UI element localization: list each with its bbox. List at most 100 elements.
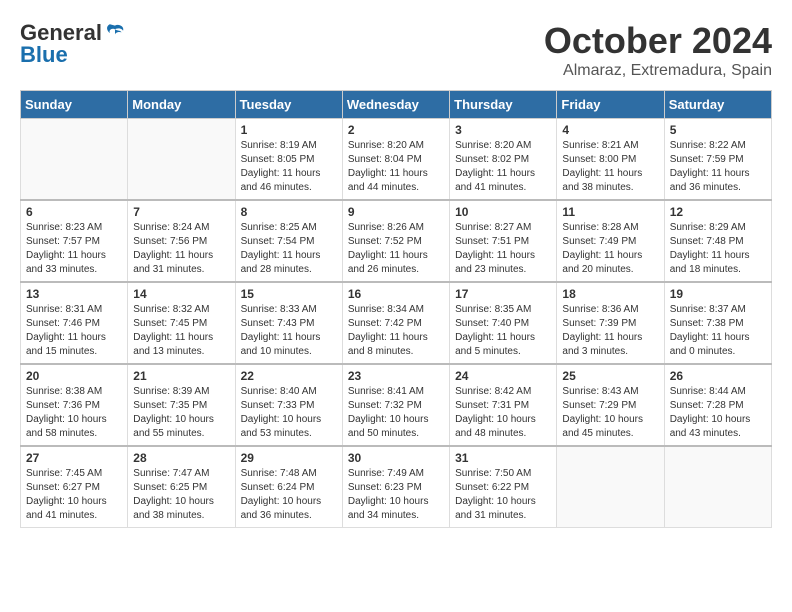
column-header-friday: Friday [557, 91, 664, 119]
calendar-cell: 6Sunrise: 8:23 AM Sunset: 7:57 PM Daylig… [21, 200, 128, 282]
column-header-monday: Monday [128, 91, 235, 119]
day-info: Sunrise: 8:35 AM Sunset: 7:40 PM Dayligh… [455, 303, 551, 359]
column-header-thursday: Thursday [450, 91, 557, 119]
calendar-cell: 23 Sunrise: 8:41 AM Sunset: 7:32 PM Dayli… [342, 364, 449, 446]
day-number: 4 [562, 123, 658, 137]
day-info: Sunrise: 8:27 AM Sunset: 7:51 PM Dayligh… [455, 221, 551, 277]
calendar-cell: 28 Sunrise: 7:47 AM Sunset: 6:25 PM Dayli… [128, 446, 235, 528]
day-info: Sunrise: 7:45 AM Sunset: 6:27 PM Dayligh… [26, 467, 122, 523]
calendar-cell: 10 Sunrise: 8:27 AM Sunset: 7:51 PM Dayli… [450, 200, 557, 282]
calendar-week-row: 13 Sunrise: 8:31 AM Sunset: 7:46 PM Dayli… [21, 282, 772, 364]
day-info: Sunrise: 7:48 AM Sunset: 6:24 PM Dayligh… [241, 467, 337, 523]
calendar-cell: 26Sunrise: 8:44 AM Sunset: 7:28 PM Dayli… [664, 364, 771, 446]
column-header-wednesday: Wednesday [342, 91, 449, 119]
calendar-cell: 21 Sunrise: 8:39 AM Sunset: 7:35 PM Dayli… [128, 364, 235, 446]
calendar-cell [664, 446, 771, 528]
calendar-cell [21, 119, 128, 201]
day-info: Sunrise: 8:42 AM Sunset: 7:31 PM Dayligh… [455, 385, 551, 441]
day-info: Sunrise: 8:24 AM Sunset: 7:56 PM Dayligh… [133, 221, 229, 277]
calendar-cell [557, 446, 664, 528]
day-number: 11 [562, 205, 658, 219]
day-number: 17 [455, 287, 551, 301]
column-header-sunday: Sunday [21, 91, 128, 119]
calendar-cell: 1 Sunrise: 8:19 AM Sunset: 8:05 PM Daylig… [235, 119, 342, 201]
month-title: October 2024 [544, 20, 772, 62]
day-number: 28 [133, 451, 229, 465]
calendar-cell: 7 Sunrise: 8:24 AM Sunset: 7:56 PM Daylig… [128, 200, 235, 282]
day-info: Sunrise: 8:34 AM Sunset: 7:42 PM Dayligh… [348, 303, 444, 359]
column-header-saturday: Saturday [664, 91, 771, 119]
day-number: 27 [26, 451, 122, 465]
day-number: 15 [241, 287, 337, 301]
day-info: Sunrise: 8:40 AM Sunset: 7:33 PM Dayligh… [241, 385, 337, 441]
calendar-cell: 25Sunrise: 8:43 AM Sunset: 7:29 PM Dayli… [557, 364, 664, 446]
calendar-cell: 8 Sunrise: 8:25 AM Sunset: 7:54 PM Daylig… [235, 200, 342, 282]
day-info: Sunrise: 8:29 AM Sunset: 7:48 PM Dayligh… [670, 221, 766, 277]
day-info: Sunrise: 8:44 AM Sunset: 7:28 PM Dayligh… [670, 385, 766, 441]
calendar-cell: 4Sunrise: 8:21 AM Sunset: 8:00 PM Daylig… [557, 119, 664, 201]
location: Almaraz, Extremadura, Spain [544, 62, 772, 80]
day-info: Sunrise: 8:28 AM Sunset: 7:49 PM Dayligh… [562, 221, 658, 277]
logo-blue-text: Blue [20, 42, 68, 68]
day-number: 13 [26, 287, 122, 301]
day-number: 20 [26, 369, 122, 383]
day-number: 7 [133, 205, 229, 219]
day-info: Sunrise: 8:36 AM Sunset: 7:39 PM Dayligh… [562, 303, 658, 359]
day-number: 29 [241, 451, 337, 465]
day-number: 19 [670, 287, 766, 301]
calendar-cell: 11 Sunrise: 8:28 AM Sunset: 7:49 PM Dayli… [557, 200, 664, 282]
day-info: Sunrise: 7:50 AM Sunset: 6:22 PM Dayligh… [455, 467, 551, 523]
day-number: 9 [348, 205, 444, 219]
calendar-cell: 5Sunrise: 8:22 AM Sunset: 7:59 PM Daylig… [664, 119, 771, 201]
day-number: 3 [455, 123, 551, 137]
title-section: October 2024 Almaraz, Extremadura, Spain [544, 20, 772, 80]
calendar-cell: 27 Sunrise: 7:45 AM Sunset: 6:27 PM Dayli… [21, 446, 128, 528]
day-number: 1 [241, 123, 337, 137]
day-number: 24 [455, 369, 551, 383]
day-info: Sunrise: 8:25 AM Sunset: 7:54 PM Dayligh… [241, 221, 337, 277]
calendar-table: SundayMondayTuesdayWednesdayThursdayFrid… [20, 90, 772, 528]
calendar-cell: 17 Sunrise: 8:35 AM Sunset: 7:40 PM Dayli… [450, 282, 557, 364]
calendar-cell: 16 Sunrise: 8:34 AM Sunset: 7:42 PM Dayli… [342, 282, 449, 364]
calendar-cell: 2 Sunrise: 8:20 AM Sunset: 8:04 PM Daylig… [342, 119, 449, 201]
day-number: 2 [348, 123, 444, 137]
day-info: Sunrise: 8:20 AM Sunset: 8:02 PM Dayligh… [455, 139, 551, 195]
day-info: Sunrise: 8:43 AM Sunset: 7:29 PM Dayligh… [562, 385, 658, 441]
calendar-week-row: 6Sunrise: 8:23 AM Sunset: 7:57 PM Daylig… [21, 200, 772, 282]
day-info: Sunrise: 7:49 AM Sunset: 6:23 PM Dayligh… [348, 467, 444, 523]
calendar-cell: 29 Sunrise: 7:48 AM Sunset: 6:24 PM Dayli… [235, 446, 342, 528]
calendar-cell: 9 Sunrise: 8:26 AM Sunset: 7:52 PM Daylig… [342, 200, 449, 282]
logo: General Blue [20, 20, 126, 68]
calendar-cell: 30 Sunrise: 7:49 AM Sunset: 6:23 PM Dayli… [342, 446, 449, 528]
day-info: Sunrise: 8:39 AM Sunset: 7:35 PM Dayligh… [133, 385, 229, 441]
day-info: Sunrise: 8:19 AM Sunset: 8:05 PM Dayligh… [241, 139, 337, 195]
day-info: Sunrise: 8:23 AM Sunset: 7:57 PM Dayligh… [26, 221, 122, 277]
header: General Blue October 2024 Almaraz, Extre… [20, 20, 772, 80]
day-number: 16 [348, 287, 444, 301]
calendar-header-row: SundayMondayTuesdayWednesdayThursdayFrid… [21, 91, 772, 119]
calendar-cell: 14 Sunrise: 8:32 AM Sunset: 7:45 PM Dayli… [128, 282, 235, 364]
day-number: 10 [455, 205, 551, 219]
day-number: 8 [241, 205, 337, 219]
day-info: Sunrise: 8:26 AM Sunset: 7:52 PM Dayligh… [348, 221, 444, 277]
day-number: 14 [133, 287, 229, 301]
calendar-week-row: 1 Sunrise: 8:19 AM Sunset: 8:05 PM Daylig… [21, 119, 772, 201]
day-number: 18 [562, 287, 658, 301]
calendar-cell: 3 Sunrise: 8:20 AM Sunset: 8:02 PM Daylig… [450, 119, 557, 201]
calendar-cell: 19Sunrise: 8:37 AM Sunset: 7:38 PM Dayli… [664, 282, 771, 364]
calendar-cell: 13 Sunrise: 8:31 AM Sunset: 7:46 PM Dayli… [21, 282, 128, 364]
day-info: Sunrise: 8:22 AM Sunset: 7:59 PM Dayligh… [670, 139, 766, 195]
day-info: Sunrise: 8:32 AM Sunset: 7:45 PM Dayligh… [133, 303, 229, 359]
day-number: 21 [133, 369, 229, 383]
calendar-week-row: 20Sunrise: 8:38 AM Sunset: 7:36 PM Dayli… [21, 364, 772, 446]
calendar-cell: 22Sunrise: 8:40 AM Sunset: 7:33 PM Dayli… [235, 364, 342, 446]
day-info: Sunrise: 8:31 AM Sunset: 7:46 PM Dayligh… [26, 303, 122, 359]
day-info: Sunrise: 8:41 AM Sunset: 7:32 PM Dayligh… [348, 385, 444, 441]
calendar-cell: 31 Sunrise: 7:50 AM Sunset: 6:22 PM Dayli… [450, 446, 557, 528]
day-number: 23 [348, 369, 444, 383]
day-number: 31 [455, 451, 551, 465]
calendar-cell: 15Sunrise: 8:33 AM Sunset: 7:43 PM Dayli… [235, 282, 342, 364]
day-info: Sunrise: 8:20 AM Sunset: 8:04 PM Dayligh… [348, 139, 444, 195]
day-info: Sunrise: 7:47 AM Sunset: 6:25 PM Dayligh… [133, 467, 229, 523]
day-number: 30 [348, 451, 444, 465]
